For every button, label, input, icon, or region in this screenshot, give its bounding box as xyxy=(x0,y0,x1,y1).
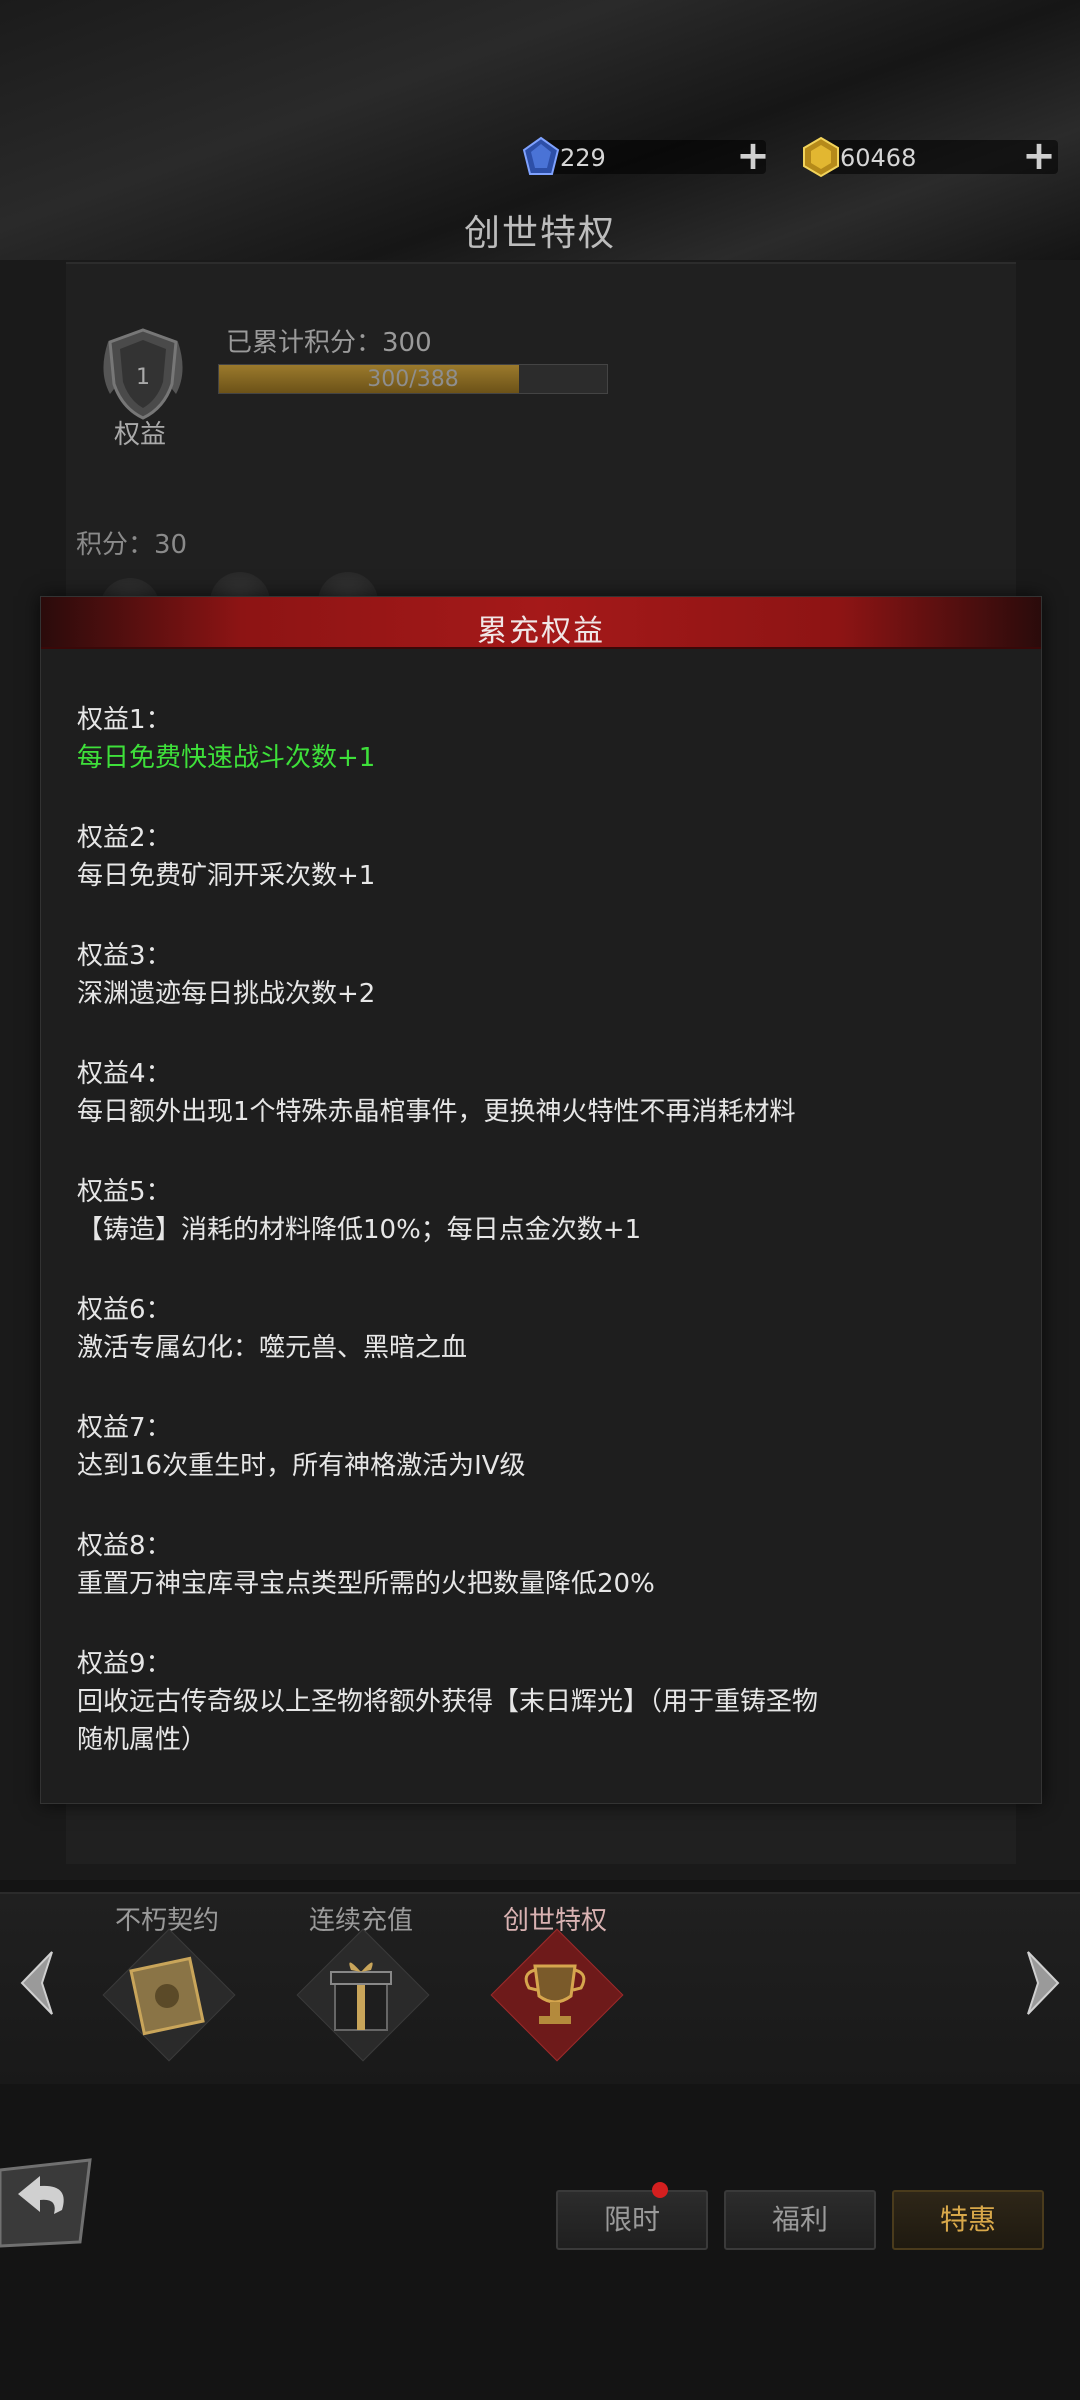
limited-time-button[interactable]: 限时 xyxy=(556,2190,708,2250)
gold-gem-icon xyxy=(803,136,839,178)
benefit-label: 权益6： xyxy=(77,1295,172,1325)
benefit-label: 权益2： xyxy=(77,823,172,853)
badge-level: 1 xyxy=(136,365,150,390)
benefit-description: 重置万神宝库寻宝点类型所需的火把数量降低20% xyxy=(77,1569,655,1599)
tab-genesis-privilege[interactable]: 创世特权 xyxy=(480,1898,630,2068)
gold-currency: 60468 + xyxy=(800,136,1062,178)
points-progress-bar: 300/388 xyxy=(218,364,608,394)
benefit-item: 权益3： 深渊遗迹每日挑战次数+2 xyxy=(77,937,1017,1013)
benefit-item: 权益4： 每日额外出现1个特殊赤晶棺事件，更换神火特性不再消耗材料 xyxy=(77,1055,1017,1131)
benefit-item: 权益9： 回收远古传奇级以上圣物将额外获得【末日辉光】（用于重铸圣物 随机属性） xyxy=(77,1645,1017,1759)
benefit-label: 权益9： xyxy=(77,1649,172,1679)
benefit-description-continued: 随机属性） xyxy=(77,1725,208,1755)
benefit-description: 回收远古传奇级以上圣物将额外获得【末日辉光】（用于重铸圣物 xyxy=(77,1687,819,1717)
benefit-description: 激活专属幻化：噬元兽、黑暗之血 xyxy=(77,1333,468,1363)
benefit-description: 每日免费矿洞开采次数+1 xyxy=(77,861,376,891)
contract-scroll-icon xyxy=(129,1956,205,2036)
special-offer-button[interactable]: 特惠 xyxy=(892,2190,1044,2250)
benefits-modal: 累充权益 权益1： 每日免费快速战斗次数+1 权益2： 每日免费矿洞开采次数+1… xyxy=(40,596,1042,1804)
points-label: 积分：30 xyxy=(76,530,188,560)
benefit-description: 达到16次重生时，所有神格激活为IV级 xyxy=(77,1451,526,1481)
benefit-label: 权益7： xyxy=(77,1413,172,1443)
benefit-item: 权益2： 每日免费矿洞开采次数+1 xyxy=(77,819,1017,895)
benefit-description: 每日免费快速战斗次数+1 xyxy=(77,743,376,773)
diamond-currency: 229 + xyxy=(520,136,770,178)
modal-title: 累充权益 xyxy=(477,614,605,649)
back-icon[interactable] xyxy=(0,2150,100,2250)
gold-value: 60468 xyxy=(840,144,917,172)
benefit-item: 权益7： 达到16次重生时，所有神格激活为IV级 xyxy=(77,1409,1017,1485)
diamond-value: 229 xyxy=(560,144,606,172)
left-arrow-icon[interactable] xyxy=(12,1948,60,2018)
notification-dot xyxy=(652,2182,668,2198)
benefit-label: 权益1： xyxy=(77,705,172,735)
benefit-description: 【铸造】消耗的材料降低10%；每日点金次数+1 xyxy=(77,1215,642,1245)
page-title: 创世特权 xyxy=(463,213,616,254)
add-diamond-button[interactable]: + xyxy=(736,136,770,176)
benefit-label: 权益3： xyxy=(77,941,172,971)
benefit-label: 权益5： xyxy=(77,1177,172,1207)
trophy-icon xyxy=(524,1964,586,2024)
gift-box-icon xyxy=(330,1962,392,2031)
add-gold-button[interactable]: + xyxy=(1022,136,1056,176)
accumulated-points: 已累计积分：300 xyxy=(226,328,432,358)
benefit-description: 每日额外出现1个特殊赤晶棺事件，更换神火特性不再消耗材料 xyxy=(77,1097,796,1127)
benefit-description: 深渊遗迹每日挑战次数+2 xyxy=(77,979,376,1009)
benefit-item: 权益5： 【铸造】消耗的材料降低10%；每日点金次数+1 xyxy=(77,1173,1017,1249)
benefit-item: 权益8： 重置万神宝库寻宝点类型所需的火把数量降低20% xyxy=(77,1527,1017,1603)
progress-text: 300/388 xyxy=(367,367,459,392)
benefit-label: 权益4： xyxy=(77,1059,172,1089)
blue-gem-icon xyxy=(522,136,560,175)
benefit-item: 权益6： 激活专属幻化：噬元兽、黑暗之血 xyxy=(77,1291,1017,1367)
tab-immortal-contract[interactable]: 不朽契约 xyxy=(92,1898,242,2068)
right-arrow-icon[interactable] xyxy=(1020,1948,1068,2018)
benefit-item: 权益1： 每日免费快速战斗次数+1 xyxy=(77,701,1017,777)
benefit-label: 权益8： xyxy=(77,1531,172,1561)
modal-header: 累充权益 xyxy=(41,597,1041,649)
tab-continuous-recharge[interactable]: 连续充值 xyxy=(286,1898,436,2068)
welfare-button[interactable]: 福利 xyxy=(724,2190,876,2250)
badge-label: 权益 xyxy=(113,420,166,450)
